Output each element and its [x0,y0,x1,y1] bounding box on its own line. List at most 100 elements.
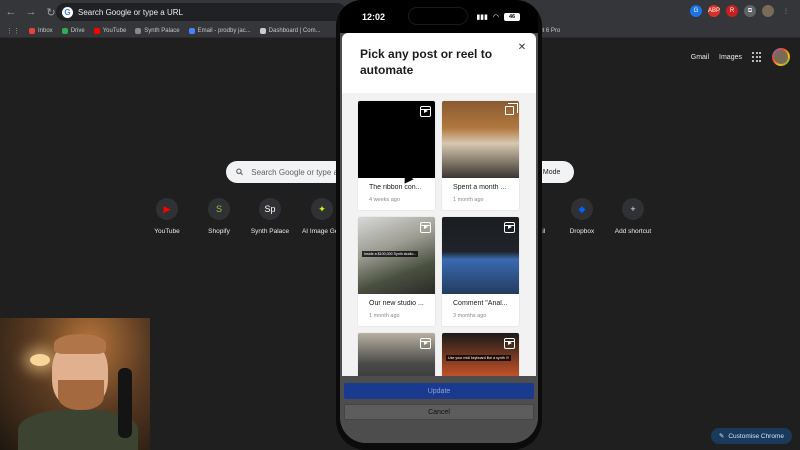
carousel-icon [505,103,518,115]
shortcut-tile[interactable]: + Add shortcut [603,198,663,235]
omnibox[interactable]: G Search Google or type a URL [56,3,346,21]
shortcut-icon: ✦ [311,198,333,220]
phone-screen: 12:02 ▮▮▮ ◠ 46 Pick any post or reel to … [340,0,538,443]
bookmark-label: Drive [70,27,85,34]
ai-mode-label: I Mode [539,168,561,176]
bookmark-item[interactable]: Inbox [29,27,53,34]
bookmark-item[interactable]: Drive [61,27,85,34]
status-time: 12:02 [362,11,386,22]
post-card[interactable]: Comment "Anal... 3 months ago [442,217,519,326]
reel-icon [504,338,515,349]
bookmark-item[interactable]: Email - prodby jac... [188,27,251,34]
profile-avatar[interactable] [772,48,790,66]
bookmark-label: Email - prodby jac... [197,27,251,34]
battery-icon: 46 [504,12,520,21]
post-caption: Comment "Anal... [453,300,508,307]
post-thumbnail: Inside a $100,000 Synth studio... [358,217,435,294]
menu-kebab-icon[interactable]: ⋮ [780,5,792,17]
ntp-search-box[interactable]: Search Google or type a U [226,161,346,183]
bookmark-item[interactable]: Dashboard | Com... [259,27,321,34]
reel-icon [504,222,515,233]
bookmark-label: YouTube [102,27,127,34]
search-icon [236,168,243,176]
google-g-icon: G [62,6,73,18]
google-apps-icon[interactable] [752,52,762,62]
wifi-icon: ◠ [492,13,499,21]
shortcut-label: Synth Palace [250,228,290,235]
extensions-area: G ABP R ⧉ ⋮ [690,5,792,17]
status-icons: ▮▮▮ ◠ 46 [476,12,520,21]
post-card[interactable]: Inside a $100,000 Synth studio... Our new… [358,217,435,326]
ntp-top-links: Gmail Images [691,48,790,66]
bookmark-favicon-icon [93,27,100,34]
bookmark-label: Inbox [38,27,53,34]
shortcut-label: Shopify [208,228,230,235]
bookmark-favicon-icon [29,27,35,34]
extension-red-icon[interactable]: R [726,5,738,17]
post-date: 1 month ago [453,197,484,203]
customise-chrome-button[interactable]: ✎ Customise Chrome [710,428,792,444]
images-link[interactable]: Images [719,54,742,61]
bookmark-favicon-icon [188,27,195,34]
person-hair [54,334,106,354]
post-card[interactable]: The ribbon con... 4 weeks ago [358,101,435,210]
ntp-search-placeholder: Search Google or type a U [251,167,346,177]
post-date: 4 weeks ago [369,197,400,203]
post-card[interactable] [358,333,435,376]
cancel-button[interactable]: Cancel [344,404,534,420]
bookmark-favicon-icon [61,27,68,34]
gmail-link[interactable]: Gmail [691,54,709,61]
post-caption: The ribbon con... [369,184,422,191]
thumbnail-overlay-text: Use your midi keyboard like a synth !!! [446,355,511,361]
bookmark-label: Synth Palace [144,27,180,34]
profile-avatar-small[interactable] [762,5,774,17]
pick-post-modal: Pick any post or reel to automate ✕ The … [342,33,536,376]
extensions-puzzle-icon[interactable]: ⧉ [744,5,756,17]
shortcut-icon: Sp [259,198,281,220]
thumbnail-overlay-text: Inside a $100,000 Synth studio... [362,251,419,257]
bookmark-label: Dashboard | Com... [268,27,321,34]
reel-icon [420,338,431,349]
phone-status-bar: 12:02 ▮▮▮ ◠ 46 [340,0,538,33]
shortcut-icon: S [208,198,230,220]
pencil-icon: ✎ [718,433,725,440]
post-caption: Spent a month ... [453,184,507,191]
extension-icon[interactable]: G [690,5,702,17]
bookmark-favicon-icon [135,27,142,34]
update-button[interactable]: Update [344,383,534,399]
back-icon[interactable]: ← [2,3,20,21]
customise-label: Customise Chrome [728,432,784,440]
phone-frame: 12:02 ▮▮▮ ◠ 46 Pick any post or reel to … [336,0,542,450]
post-date: 3 months ago [453,313,487,319]
person-beard [58,380,104,410]
bookmark-item[interactable]: YouTube [93,27,127,34]
shortcut-tile[interactable]: ▶ YouTube [137,198,197,235]
shortcut-label: YouTube [154,228,180,235]
webcam-overlay [0,318,150,450]
post-thumbnail [442,101,519,178]
shortcut-tile[interactable]: Sp Synth Palace [240,198,300,235]
modal-title: Pick any post or reel to automate [360,47,493,78]
post-caption: Our new studio ... [369,300,424,307]
post-thumbnail [358,101,435,178]
shortcut-icon: + [622,198,644,220]
close-icon[interactable]: ✕ [516,41,528,53]
post-card[interactable]: Use your midi keyboard like a synth !!! [442,333,519,376]
apps-grid-icon[interactable]: ⋮⋮ [6,27,20,35]
lamp-glow [30,354,50,366]
extension-abp-icon[interactable]: ABP [708,5,720,17]
reel-icon [420,222,431,233]
post-thumbnail [358,333,435,376]
screen-root: ← → ↻ G Search Google or type a URL G AB… [0,0,800,450]
dynamic-island [408,7,468,25]
bookmark-item[interactable]: Synth Palace [135,27,180,34]
forward-icon[interactable]: → [22,3,40,21]
reel-icon [420,106,431,117]
shortcut-label: Add shortcut [614,228,652,235]
post-card[interactable]: Spent a month ... 1 month ago [442,101,519,210]
shortcut-icon: ◆ [571,198,593,220]
posts-grid: The ribbon con... 4 weeks ago Spent a mont… [342,93,536,376]
signal-icon: ▮▮▮ [476,13,488,21]
shortcut-label: Dropbox [569,228,595,235]
omnibox-placeholder: Search Google or type a URL [78,7,183,17]
